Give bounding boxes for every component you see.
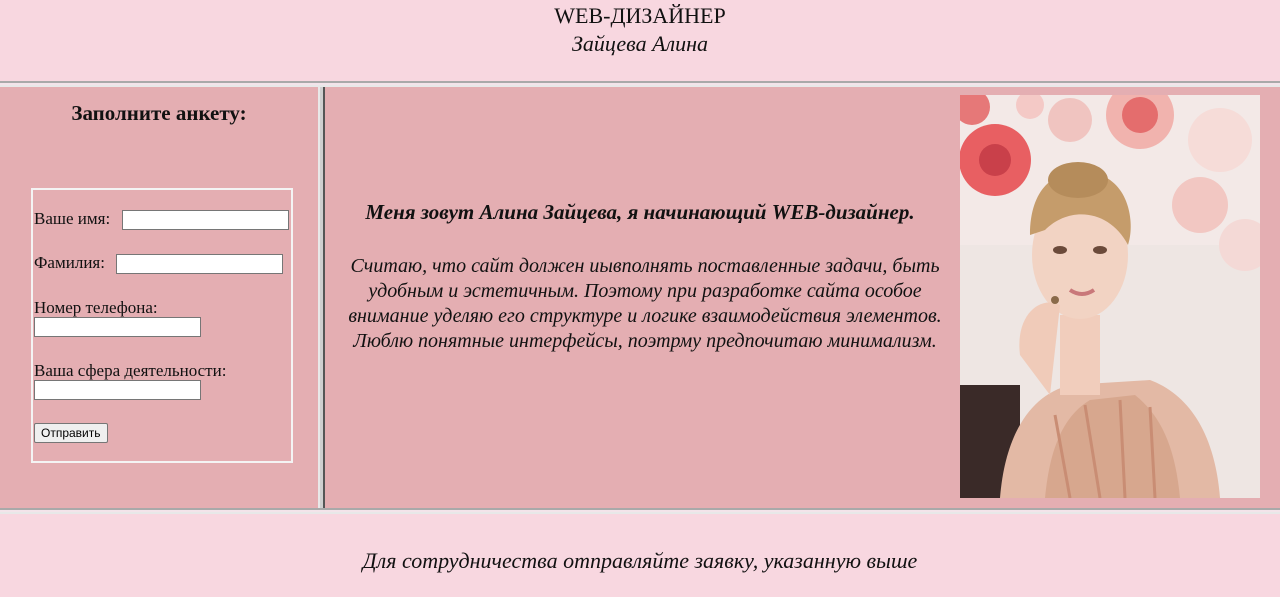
footer-text: Для сотрудничества отправляйте заявку, у… [362,548,918,573]
main-panel: Меня зовут Алина Зайцева, я начинающий W… [325,87,1280,508]
phone-label: Номер телефона: [34,298,158,317]
phone-input[interactable] [34,317,201,337]
surname-label: Фамилия: [34,253,105,272]
questionnaire-form: Ваше имя: Фамилия: Номер телефона: Ваша … [31,188,293,463]
header: WEB-ДИЗАЙНЕР Зайцева Алина [0,0,1280,80]
form-heading: Заполните анкету: [71,101,247,125]
frame-divider-vertical[interactable] [318,87,325,508]
page-subtitle: Зайцева Алина [571,31,709,56]
intro-text: Меня зовут Алина Зайцева, я начинающий W… [365,200,915,224]
occupation-input[interactable] [34,380,201,400]
left-panel: Заполните анкету: Ваше имя: Фамилия: Ном… [0,87,318,508]
description-text: Считаю, что сайт должен иывполнять поста… [348,255,942,352]
footer: Для сотрудничества отправляйте заявку, у… [0,514,1280,597]
submit-button[interactable]: Отправить [34,423,108,443]
name-label: Ваше имя: [34,209,111,228]
portrait-photo [960,95,1260,498]
surname-input[interactable] [116,254,283,274]
name-input[interactable] [122,210,289,230]
occupation-label: Ваша сфера деятельности: [34,361,227,380]
page-title: WEB-ДИЗАЙНЕР [554,3,726,28]
